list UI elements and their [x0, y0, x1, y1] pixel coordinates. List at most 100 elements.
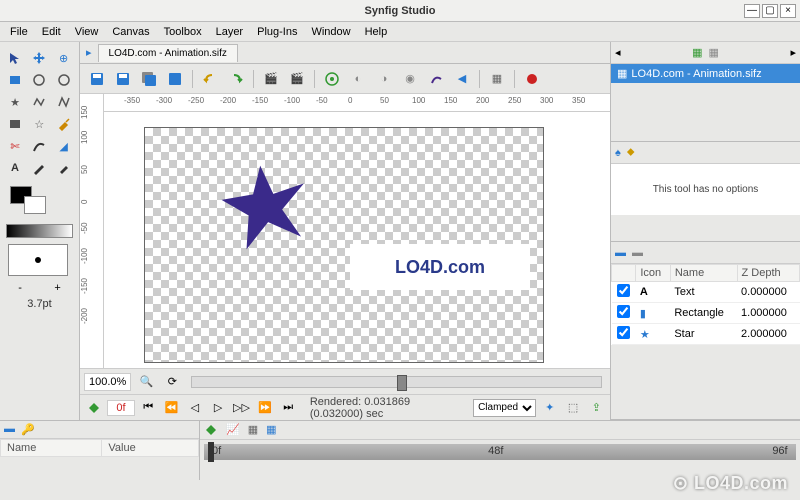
document-tab[interactable]: LO4D.com - Animation.sifz	[98, 44, 238, 62]
params-col-name[interactable]: Name	[1, 440, 102, 457]
next-doc-icon[interactable]: ▸	[790, 46, 796, 59]
layer-visible-checkbox[interactable]	[617, 326, 630, 339]
doclist-alt-icon[interactable]: ▦	[709, 46, 719, 59]
keyframes-tab-icon[interactable]	[204, 423, 218, 437]
keyframe-lock-select[interactable]: Clamped	[473, 399, 536, 417]
seek-next-icon[interactable]: ▷▷	[232, 397, 251, 419]
spline-tool[interactable]	[28, 92, 50, 112]
layer-col-visible[interactable]	[612, 265, 636, 282]
seek-prev-icon[interactable]: ◁	[185, 397, 204, 419]
save-button[interactable]	[86, 68, 108, 90]
curves-tab-icon[interactable]: 📈	[226, 423, 240, 437]
menu-toolbox[interactable]: Toolbox	[158, 24, 208, 40]
close-button[interactable]: ×	[780, 4, 796, 18]
record-button[interactable]	[521, 68, 543, 90]
gradient-tool[interactable]	[4, 114, 26, 134]
undo-button[interactable]	[199, 68, 221, 90]
save-all-button[interactable]	[138, 68, 160, 90]
menu-layer[interactable]: Layer	[210, 24, 250, 40]
history-tab-icon[interactable]: ▦	[248, 423, 258, 437]
layer-col-zdepth[interactable]: Z Depth	[737, 265, 799, 282]
canvas[interactable]: LO4D.com	[104, 112, 610, 368]
transform-tool[interactable]	[4, 48, 26, 68]
zoom-level[interactable]: 100.0%	[84, 373, 131, 391]
onion-prev-icon[interactable]: ◐	[347, 68, 369, 90]
menu-view[interactable]: View	[69, 24, 105, 40]
eyedrop-tool[interactable]	[53, 114, 75, 134]
library-tab-icon[interactable]: ▦	[266, 423, 276, 437]
brush-size-plus[interactable]: +	[54, 282, 60, 294]
zoom-reset-icon[interactable]: ⟳	[161, 371, 183, 393]
timeline-ruler[interactable]: 0f 48f 96f	[204, 444, 796, 460]
menu-canvas[interactable]: Canvas	[106, 24, 155, 40]
seek-prev-kf-icon[interactable]: ⏪	[162, 397, 181, 419]
star-tool-2[interactable]: ☆	[28, 114, 50, 134]
caret-icon[interactable]: ▸	[86, 46, 92, 59]
zoom-in-icon[interactable]: ⊕	[53, 48, 75, 68]
gradient-swatch[interactable]	[6, 224, 73, 238]
keyframe-toggle-icon[interactable]	[84, 397, 103, 419]
fill-tool[interactable]: ◢	[53, 136, 75, 156]
smooth-move-tool[interactable]	[28, 48, 50, 68]
params-tab-icon[interactable]: ▬	[4, 423, 15, 436]
rectangle-tool[interactable]	[4, 70, 26, 90]
cutout-tool[interactable]: ✄	[4, 136, 26, 156]
polyline-tool[interactable]	[53, 92, 75, 112]
render-icon[interactable]: 🎬	[260, 68, 282, 90]
preview-button[interactable]	[321, 68, 343, 90]
keyframe-nav-icon[interactable]: ◀	[451, 68, 473, 90]
minimize-button[interactable]: —	[744, 4, 760, 18]
star-tool[interactable]: ★	[4, 92, 26, 112]
menu-plugins[interactable]: Plug-Ins	[251, 24, 303, 40]
layers-tab2-icon[interactable]: ▬	[632, 247, 643, 259]
menu-edit[interactable]: Edit	[36, 24, 67, 40]
redo-button[interactable]	[225, 68, 247, 90]
play-button[interactable]: ▷	[209, 397, 228, 419]
onion-next-icon[interactable]: ◉	[399, 68, 421, 90]
background-color[interactable]	[24, 196, 46, 214]
current-frame[interactable]: 0f	[107, 400, 134, 416]
layer-visible-checkbox[interactable]	[617, 305, 630, 318]
export-button[interactable]	[164, 68, 186, 90]
circle-tool[interactable]	[28, 70, 50, 90]
sketch-tool[interactable]	[28, 158, 50, 178]
brush-preview[interactable]	[8, 244, 68, 276]
seek-next-kf-icon[interactable]: ⏩	[255, 397, 274, 419]
onion-both-icon[interactable]: ◑	[373, 68, 395, 90]
layer-visible-checkbox[interactable]	[617, 284, 630, 297]
brush-size-minus[interactable]: -	[18, 282, 22, 294]
draw-tool[interactable]	[28, 136, 50, 156]
zoom-fit-icon[interactable]: 🔍	[135, 371, 157, 393]
color-swatches[interactable]	[6, 186, 73, 218]
brush-tool[interactable]	[53, 158, 75, 178]
menu-help[interactable]: Help	[359, 24, 394, 40]
ellipse-tool[interactable]	[53, 70, 75, 90]
layer-row[interactable]: ★Star2.000000	[612, 324, 800, 345]
onion-skin-icon[interactable]	[425, 68, 447, 90]
grid-icon[interactable]: ▦	[486, 68, 508, 90]
layer-row[interactable]: ▮Rectangle1.000000	[612, 303, 800, 324]
menu-window[interactable]: Window	[305, 24, 356, 40]
layer-row[interactable]: AText0.000000	[612, 282, 800, 303]
menu-file[interactable]: File	[4, 24, 34, 40]
tool-options-tab2-icon[interactable]: ⬥	[627, 146, 635, 159]
layer-col-icon[interactable]: Icon	[636, 265, 671, 282]
seek-start-icon[interactable]: ⏮	[139, 397, 158, 419]
star-shape[interactable]	[218, 160, 318, 260]
bone-setup-icon[interactable]: ⬚	[563, 397, 582, 419]
layer-col-name[interactable]: Name	[670, 265, 737, 282]
text-tool[interactable]: A	[4, 158, 26, 178]
maximize-button[interactable]: ▢	[762, 4, 778, 18]
save-as-button[interactable]	[112, 68, 134, 90]
params-tab2-icon[interactable]: 🔑	[21, 423, 35, 436]
time-scrubber[interactable]	[191, 376, 602, 388]
doclist-icon[interactable]: ▦	[692, 46, 702, 59]
tool-options-tab-icon[interactable]: ♠	[615, 147, 621, 159]
params-col-value[interactable]: Value	[102, 440, 199, 457]
canvas-text-layer[interactable]: LO4D.com	[350, 244, 530, 290]
seek-end-icon[interactable]: ⏭	[278, 397, 297, 419]
bone-icon[interactable]: ✦	[540, 397, 559, 419]
animate-mode-icon[interactable]: ⇪	[587, 397, 606, 419]
document-list-item[interactable]: ▦ LO4D.com - Animation.sifz	[611, 64, 800, 83]
render-preview-icon[interactable]: 🎬	[286, 68, 308, 90]
